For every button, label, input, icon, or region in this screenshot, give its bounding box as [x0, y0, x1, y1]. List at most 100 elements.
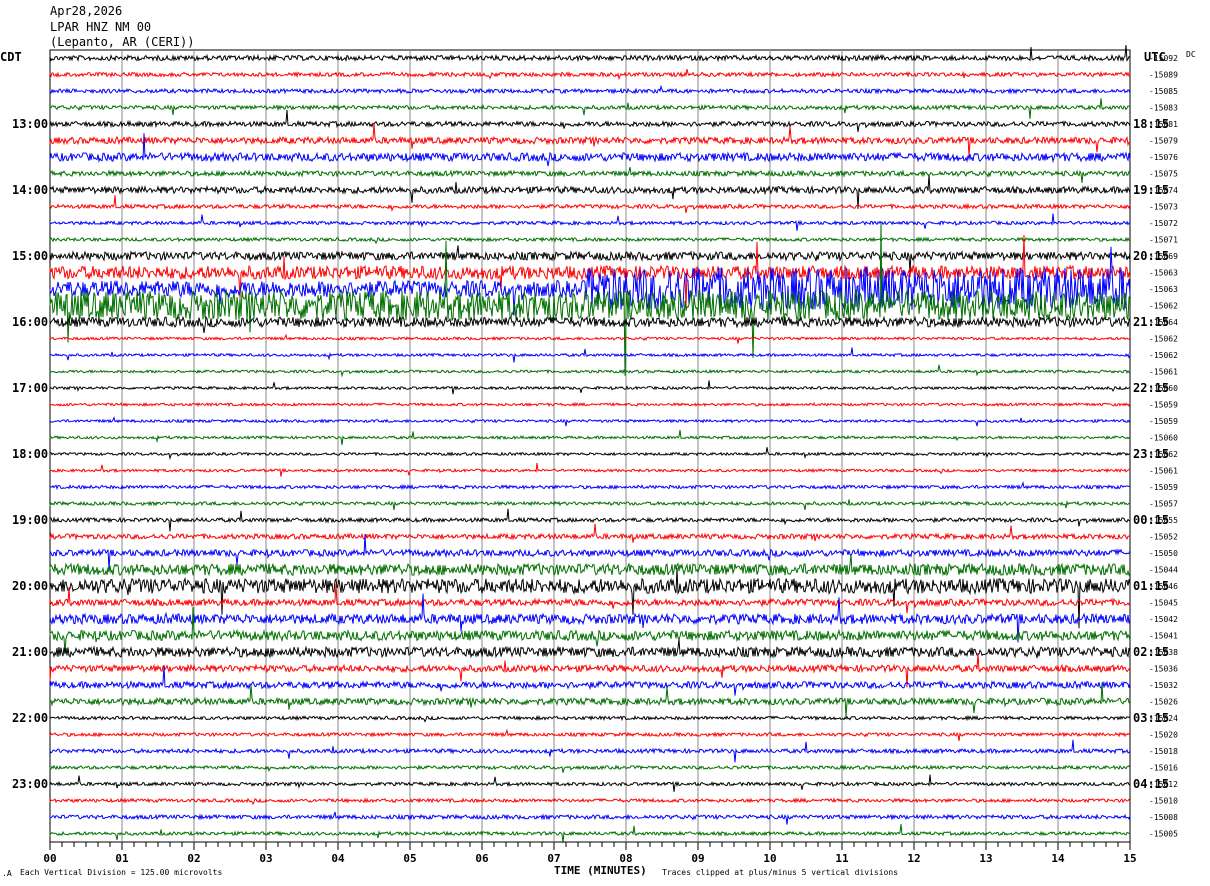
dc-offset-label: -15026	[1149, 698, 1178, 707]
trace-line	[49, 499, 1131, 511]
dc-offset-label: -15041	[1149, 632, 1178, 641]
dc-offset-label: -15059	[1149, 483, 1178, 492]
dc-offset-label: -15052	[1149, 533, 1178, 542]
dc-offset-label: -15036	[1149, 665, 1178, 674]
dc-offset-label: -15079	[1149, 137, 1178, 146]
trace-line	[49, 774, 1131, 792]
dc-offset-label: -15057	[1149, 500, 1178, 509]
dc-offset-label: -15076	[1149, 153, 1178, 162]
trace-line	[49, 236, 1131, 245]
trace-line	[49, 380, 1131, 395]
dc-offset-label: -15092	[1149, 54, 1178, 63]
trace-line	[49, 824, 1131, 843]
right-hour-label: 03:15	[1133, 711, 1169, 725]
right-hour-label: 01:15	[1133, 579, 1169, 593]
date-label: Apr28,2026	[50, 4, 122, 18]
dc-offset-label: -15050	[1149, 549, 1178, 558]
left-zone-label: CDT	[0, 50, 22, 64]
dc-offset-label: -15044	[1149, 566, 1178, 575]
trace-line	[49, 364, 1131, 378]
dc-offset-label: -15060	[1149, 434, 1178, 443]
dc-offset-label: -15059	[1149, 401, 1178, 410]
clip-text: Traces clipped at plus/minus 5 vertical …	[662, 868, 898, 877]
dc-offset-label: -15061	[1149, 467, 1178, 476]
dc-offset-label: -15063	[1149, 285, 1178, 294]
grid	[49, 49, 1131, 843]
left-hour-label: 23:00	[12, 777, 48, 791]
trace-line	[49, 462, 1131, 477]
trace-line	[49, 607, 1131, 654]
plot-frame	[49, 49, 1131, 843]
dc-offset-label: -15020	[1149, 731, 1178, 740]
dc-offset-label: -15083	[1149, 104, 1178, 113]
trace-line	[49, 84, 1131, 95]
left-hour-label: 21:00	[12, 645, 48, 659]
dc-offset-label: -15045	[1149, 599, 1178, 608]
trace-line	[49, 98, 1130, 119]
scale-text: Each Vertical Division = 125.00 microvol…	[20, 868, 222, 877]
trace-line	[49, 639, 1131, 659]
x-tick-label: 11	[835, 852, 849, 865]
scale-icon: .A	[2, 869, 12, 878]
dc-offset-label: -15085	[1149, 87, 1178, 96]
dc-offset-label: -15089	[1149, 71, 1178, 80]
trace-line	[49, 480, 1131, 491]
trace-line	[49, 739, 1131, 763]
dc-offset-label: -15016	[1149, 764, 1178, 773]
left-hour-label: 15:00	[12, 249, 48, 263]
dc-header: DC	[1186, 50, 1196, 59]
dc-offset-label: -15062	[1149, 335, 1178, 344]
x-tick-label: 04	[331, 852, 345, 865]
trace-line	[49, 728, 1131, 741]
trace-line	[49, 508, 1131, 532]
right-hour-label: 23:15	[1133, 447, 1169, 461]
trace-line	[49, 315, 1131, 333]
right-hour-label: 20:15	[1133, 249, 1169, 263]
location-label: (Lepanto, AR (CERI))	[50, 35, 195, 49]
dc-offset-label: -15008	[1149, 813, 1178, 822]
x-tick-label: 09	[691, 852, 704, 865]
dc-offset-label: -15075	[1149, 170, 1178, 179]
trace-line	[49, 523, 1130, 543]
dc-offset-label: -15061	[1149, 368, 1178, 377]
right-hour-label: 19:15	[1133, 183, 1169, 197]
dc-offset-label: -15063	[1149, 269, 1178, 278]
station-label: LPAR HNZ NM 00	[50, 20, 151, 34]
traces	[49, 44, 1131, 843]
x-tick-label: 02	[187, 852, 200, 865]
left-hour-label: 16:00	[12, 315, 48, 329]
trace-line	[49, 166, 1131, 184]
trace-line	[49, 44, 1131, 63]
trace-line	[49, 333, 1131, 344]
dc-offset-label: -15005	[1149, 830, 1178, 839]
trace-line	[49, 447, 1131, 461]
trace-line	[49, 714, 1131, 723]
dc-offset-label: -15032	[1149, 681, 1178, 690]
dc-offset-label: -15071	[1149, 236, 1178, 245]
left-hour-label: 14:00	[12, 183, 48, 197]
dc-offset-label: -15072	[1149, 219, 1178, 228]
trace-line	[49, 123, 1131, 157]
x-tick-label: 00	[43, 852, 56, 865]
x-axis-title: TIME (MINUTES)	[554, 864, 647, 877]
right-hour-label: 02:15	[1133, 645, 1169, 659]
trace-line	[49, 401, 1131, 408]
trace-line	[49, 213, 1131, 231]
trace-line	[49, 811, 1131, 825]
right-hour-label: 00:15	[1133, 513, 1169, 527]
x-tick-label: 15	[1123, 852, 1136, 865]
left-hour-label: 20:00	[12, 579, 48, 593]
x-tick-label: 12	[907, 852, 920, 865]
trace-line	[49, 68, 1131, 81]
x-tick-label: 03	[259, 852, 272, 865]
helicorder-plot: Apr28,2026 LPAR HNZ NM 00 (Lepanto, AR (…	[0, 4, 1196, 878]
left-hour-label: 17:00	[12, 381, 48, 395]
left-hour-label: 22:00	[12, 711, 48, 725]
x-tick-label: 10	[763, 852, 776, 865]
left-hour-label: 19:00	[12, 513, 48, 527]
trace-line	[49, 109, 1131, 132]
trace-line	[49, 764, 1131, 773]
trace-line	[49, 195, 1131, 213]
trace-line	[49, 416, 1131, 427]
dc-offset-label: -15059	[1149, 417, 1178, 426]
